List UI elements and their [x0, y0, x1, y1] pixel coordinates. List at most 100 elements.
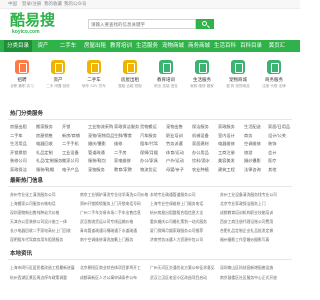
info-link[interactable]: 重庆婚庆公司婚礼策划一站式服务 — [150, 219, 207, 225]
favorites-link[interactable]: 我的收藏 — [44, 1, 62, 7]
category-link[interactable]: 物流货运 — [140, 167, 157, 173]
news-link[interactable]: 深圳南山区科技园新增配套设施 — [220, 265, 273, 271]
site-logo[interactable]: 酷易搜 — [10, 13, 55, 29]
info-link[interactable]: 郑州开锁换锁服务上门开锁电话号码 — [80, 201, 141, 207]
category-link[interactable]: 办公/家具 — [140, 158, 158, 164]
category-link[interactable]: 宠物出售 — [166, 124, 183, 130]
info-link[interactable]: 上海搬家公司服务价格电话 — [10, 201, 56, 207]
category-link[interactable]: 家政保洁 — [10, 167, 27, 173]
category-link[interactable]: 设计/公关 — [268, 133, 286, 139]
category-link[interactable]: 教育/家教 — [114, 167, 132, 173]
category-link[interactable]: 生鲜/零食 — [114, 133, 132, 139]
news-link[interactable]: 上海市闵行区居民楼改造工程最新进展 — [10, 265, 75, 271]
category-link[interactable]: 母婴/亲子 — [166, 167, 184, 173]
category-link[interactable]: 会计 — [268, 150, 276, 156]
info-link[interactable]: 青岛管道疏通马桶疏通下水道疏通 — [80, 228, 137, 234]
info-link[interactable]: 南宁空调维修清洗加氟上门服务 — [80, 237, 133, 243]
nav-item-used-cars[interactable]: 二手车 — [56, 40, 80, 52]
category-link[interactable]: 室内设计 — [218, 133, 235, 139]
info-link[interactable]: 苏州工业设备清洗服务找专业公司 — [220, 192, 277, 198]
info-link[interactable]: 南京工业锅炉清洗专业化学清洗公司价格 — [80, 192, 148, 198]
category-link[interactable]: 建筑工程 — [218, 167, 235, 173]
login-link[interactable]: 登录/注册 — [22, 1, 41, 7]
category-jobs[interactable]: 招聘 全职 兼职 实习 — [8, 57, 36, 101]
category-business[interactable]: 商务服务 注册 代账 法律 — [260, 57, 288, 101]
category-link[interactable]: 空调维修 — [244, 141, 261, 147]
nav-item-rentals[interactable]: 房屋出租 — [82, 40, 108, 52]
category-link[interactable]: 二手车 — [10, 133, 23, 139]
category-link[interactable]: 户外/运动 — [166, 158, 184, 164]
category-link[interactable]: 职业培训 — [166, 133, 183, 139]
news-link[interactable]: 南京鼓楼区社区服务中心正式开放 — [220, 275, 277, 281]
category-link[interactable]: 搬家服务 — [36, 124, 53, 130]
category-link[interactable]: 旅游 — [244, 150, 252, 156]
category-link[interactable]: 礼品/定制服务 — [36, 158, 62, 164]
category-link[interactable]: 开锁换锁 — [10, 150, 27, 156]
category-link[interactable]: 保洁服务 — [192, 124, 209, 130]
category-link[interactable]: 美容美发 — [218, 158, 235, 164]
nav-item-directory[interactable]: 分类目录 — [4, 40, 32, 52]
category-link[interactable]: 农业种植 — [192, 167, 209, 173]
category-link[interactable]: 装饰 — [268, 141, 276, 147]
category-link[interactable]: 电子产品 — [62, 167, 79, 173]
category-link[interactable]: 新房/商铺 — [62, 133, 80, 139]
info-link[interactable]: 广州二手车交易市场二手车出售信息 — [80, 210, 141, 216]
category-link[interactable]: 劳务派遣 — [166, 141, 183, 147]
category-link[interactable]: 其他 — [268, 167, 276, 173]
search-button[interactable] — [196, 19, 214, 29]
category-link[interactable]: 家政服务 — [218, 124, 235, 130]
news-link[interactable]: 成都高新区人才公寓申请条件公布 — [80, 275, 137, 281]
category-link[interactable]: 保姆/月嫂 — [140, 150, 158, 156]
category-link[interactable]: 房屋出租 — [10, 124, 27, 130]
info-link[interactable]: 成都教育培训机构职业技能培训 — [220, 210, 273, 216]
info-link[interactable]: 济南劳务派遣人力资源外包公司 — [150, 237, 203, 243]
info-link[interactable]: 武汉物流货运公司专线运输价格 — [80, 219, 133, 225]
category-link[interactable]: 宠物服务 — [88, 167, 105, 173]
info-link[interactable]: 苏州专业化工清洗服务公司 — [10, 192, 56, 198]
category-link[interactable]: 商务 — [244, 133, 252, 139]
category-link[interactable]: 货物搬运 — [140, 124, 157, 130]
category-link[interactable]: 法律咨询 — [244, 167, 261, 173]
category-link[interactable]: 生活用品 — [10, 141, 27, 147]
category-link[interactable]: 电器回收 — [36, 141, 53, 147]
category-link[interactable]: 家电维修 — [114, 158, 131, 164]
category-used-cars[interactable]: 二手车 轿车 SUV 货车 — [80, 57, 108, 101]
category-link[interactable]: 工业设备 — [62, 150, 79, 156]
category-link[interactable]: 装修公司 — [10, 158, 27, 164]
category-link[interactable]: 维修 — [114, 141, 122, 147]
news-link[interactable]: 杭州西湖区景区周边停车政策调整 — [10, 275, 67, 281]
category-rentals[interactable]: 房屋出租 整租 合租 短租 — [116, 57, 144, 101]
category-link[interactable]: 礼品定制 — [36, 150, 53, 156]
search-input[interactable] — [91, 21, 191, 28]
nav-item-life-services[interactable]: 生活服务 — [134, 40, 160, 52]
category-link[interactable]: 办公用品 — [192, 150, 209, 156]
category-link[interactable]: 饮料/酒水 — [192, 158, 210, 164]
info-link[interactable]: 杭州房屋出租整租合租信息大全 — [150, 210, 203, 216]
category-education[interactable]: 教育培训 职业 技能 语言 — [152, 57, 180, 101]
info-link[interactable]: 西安工商注册代理记账公司费用 — [220, 219, 273, 225]
info-link[interactable]: 上海专业空调维修上门服务电话 — [150, 201, 203, 207]
nav-item-education[interactable]: 教育培训 — [108, 40, 134, 52]
category-pet-mall[interactable]: 宠物商城 猫 狗 宠物用品 — [224, 57, 252, 101]
category-link[interactable]: 租车/代驾 — [140, 141, 158, 147]
nav-item-wiki-directory[interactable]: 百科目录 — [238, 40, 264, 52]
category-link[interactable]: 体育/运动 — [166, 150, 184, 156]
category-link[interactable]: 电器维修 — [218, 141, 235, 147]
category-link[interactable]: 管道疏通 — [88, 150, 105, 156]
category-link[interactable]: 开锁 — [62, 124, 70, 130]
category-link[interactable]: 家居/日用品 — [268, 124, 290, 130]
category-link[interactable]: 婚纱摄影 — [244, 158, 261, 164]
category-link[interactable]: 房屋销售 — [36, 133, 53, 139]
news-link[interactable]: 北京朝阳区商业综合体项目即将开工 — [80, 265, 141, 271]
category-life-services[interactable]: 生活服务 家政 维修 搬家 — [188, 57, 216, 101]
category-link[interactable]: 机械设备 — [192, 133, 209, 139]
news-link[interactable]: 广州天河区交通优化方案公布征求意见 — [150, 265, 215, 271]
nav-item-business-mall[interactable]: 商务商城 — [186, 40, 212, 52]
account-link[interactable]: 我的公众号 — [64, 1, 87, 7]
category-link[interactable]: 工业物流采购 — [88, 124, 113, 130]
category-link[interactable]: 二手房 — [114, 150, 127, 156]
category-link[interactable]: 家政保洁服务 — [114, 124, 139, 130]
category-link[interactable]: 婚庆/摄影 — [88, 141, 106, 147]
category-link[interactable]: 生活配送 — [244, 124, 261, 130]
info-link[interactable]: 深圳宠物狗出售纯种幼犬价格 — [10, 210, 59, 216]
